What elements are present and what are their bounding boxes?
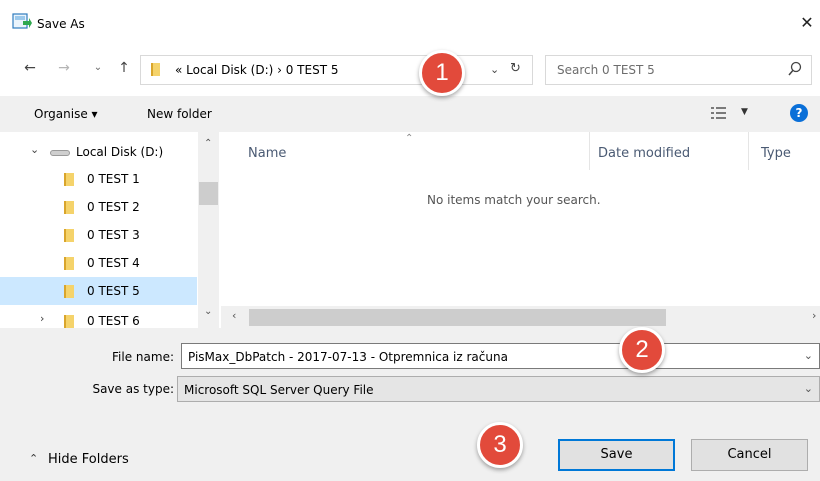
tree-item[interactable]: 0 TEST 2	[0, 193, 197, 221]
callout-badge-3: 3	[477, 422, 523, 468]
search-placeholder: Search 0 TEST 5	[557, 63, 655, 77]
folder-icon	[64, 285, 74, 298]
recent-locations-chevron-icon[interactable]: ⌄	[90, 60, 106, 76]
tree-item-label: 0 TEST 3	[87, 228, 140, 242]
up-arrow-icon[interactable]: ↑	[116, 60, 132, 76]
scroll-up-icon[interactable]: ⌃	[204, 138, 212, 149]
hide-folders-button[interactable]: Hide Folders	[48, 452, 129, 467]
save-as-type-chevron-icon[interactable]: ⌄	[804, 382, 813, 395]
folder-icon	[151, 63, 160, 76]
title-bar: Save As ✕	[0, 0, 820, 44]
tree-item[interactable]: 0 TEST 4	[0, 249, 197, 277]
scroll-left-icon[interactable]: ‹	[232, 309, 236, 322]
collapsed-chevron-icon[interactable]: ›	[40, 312, 44, 325]
drive-icon	[50, 150, 70, 156]
file-name-value: PisMax_DbPatch - 2017-07-13 - Otpremnica…	[188, 350, 508, 364]
address-path: « Local Disk (D:) › 0 TEST 5	[175, 63, 339, 77]
callout-badge-1: 1	[419, 50, 465, 96]
save-as-type-value: Microsoft SQL Server Query File	[184, 383, 374, 397]
tree-item[interactable]: › 0 TEST 6	[0, 307, 197, 328]
callout-badge-2: 2	[619, 327, 665, 373]
cancel-button[interactable]: Cancel	[691, 439, 808, 471]
save-as-type-label: Save as type:	[92, 382, 174, 396]
tree-item-local-disk[interactable]: ⌄ Local Disk (D:)	[0, 138, 197, 166]
column-header-type[interactable]: Type	[761, 146, 791, 161]
address-dropdown-chevron-icon[interactable]: ⌄	[490, 63, 499, 76]
file-name-input[interactable]: PisMax_DbPatch - 2017-07-13 - Otpremnica…	[181, 343, 820, 369]
empty-folder-message: No items match your search.	[427, 193, 601, 207]
column-header-name[interactable]: Name	[248, 146, 286, 161]
tree-item-label: 0 TEST 1	[87, 172, 140, 186]
expanded-chevron-icon[interactable]: ⌄	[30, 143, 39, 156]
refresh-icon[interactable]: ↻	[510, 61, 521, 76]
save-as-icon	[12, 12, 32, 33]
help-icon[interactable]: ?	[790, 104, 808, 122]
view-options-icon[interactable]	[711, 106, 727, 123]
new-folder-button[interactable]: New folder	[147, 107, 212, 121]
tree-item-label: 0 TEST 4	[87, 256, 140, 270]
folder-icon	[64, 257, 74, 270]
hide-folders-chevron-icon[interactable]: ⌃	[29, 452, 38, 465]
tree-item-label: 0 TEST 6	[87, 314, 140, 328]
search-icon[interactable]	[788, 61, 802, 80]
column-divider[interactable]	[589, 132, 590, 170]
scroll-down-icon[interactable]: ⌄	[204, 306, 212, 317]
folder-icon	[64, 315, 74, 328]
window-title: Save As	[37, 17, 85, 31]
nav-pane-scrollbar[interactable]: ⌃ ⌄	[198, 132, 219, 328]
column-divider[interactable]	[748, 132, 749, 170]
organise-button[interactable]: Organise ▾	[34, 107, 98, 121]
tree-item-label: 0 TEST 2	[87, 200, 140, 214]
save-button[interactable]: Save	[558, 439, 675, 471]
save-as-type-select[interactable]: Microsoft SQL Server Query File ⌄	[177, 376, 820, 402]
tree-item[interactable]: 0 TEST 1	[0, 165, 197, 193]
folder-icon	[64, 173, 74, 186]
back-arrow-icon[interactable]: ←	[22, 60, 38, 76]
address-bar[interactable]: « Local Disk (D:) › 0 TEST 5 ⌄ ↻	[140, 55, 533, 85]
navigation-pane: ⌄ Local Disk (D:) 0 TEST 1 0 TEST 2 0 TE…	[0, 132, 200, 328]
tree-item[interactable]: 0 TEST 3	[0, 221, 197, 249]
column-header-date-modified[interactable]: Date modified	[598, 146, 690, 161]
scrollbar-thumb[interactable]	[199, 182, 218, 205]
file-list	[221, 132, 820, 306]
scroll-right-icon[interactable]: ›	[812, 309, 816, 322]
view-dropdown-chevron-icon[interactable]: ▼	[741, 107, 748, 117]
folder-icon	[64, 201, 74, 214]
tree-item-label: Local Disk (D:)	[76, 145, 164, 159]
horizontal-scrollbar-thumb[interactable]	[249, 309, 666, 326]
close-icon[interactable]: ✕	[798, 14, 816, 32]
forward-arrow-icon[interactable]: →	[56, 60, 72, 76]
file-name-dropdown-chevron-icon[interactable]: ⌄	[804, 349, 813, 362]
tree-item-selected[interactable]: 0 TEST 5	[0, 277, 197, 305]
file-name-label: File name:	[112, 350, 174, 364]
tree-item-label: 0 TEST 5	[87, 284, 140, 298]
sort-indicator-icon: ⌃	[405, 133, 414, 144]
command-toolbar: Organise ▾ New folder ▼ ?	[0, 96, 820, 132]
folder-icon	[64, 229, 74, 242]
search-box[interactable]: Search 0 TEST 5	[545, 55, 812, 85]
